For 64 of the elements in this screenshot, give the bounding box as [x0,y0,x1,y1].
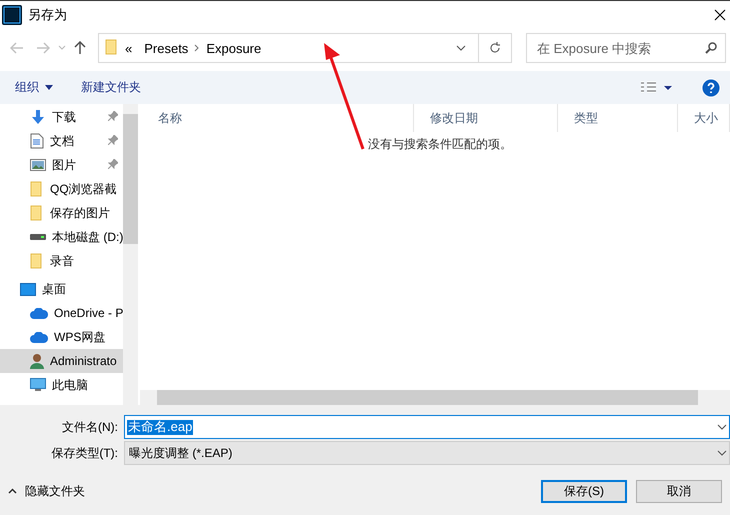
help-icon[interactable] [702,78,720,96]
sidebar-item[interactable]: 本地磁盘 (D:) [0,225,123,249]
window-title: 另存为 [28,6,68,24]
field-label: 保存类型(T): [50,444,119,462]
column-header[interactable]: 类型 [558,104,678,132]
file-name-field[interactable]: 未命名.eap [124,415,730,439]
cloud-icon [30,308,48,318]
search-field[interactable]: 在 Exposure 中搜索 [526,33,726,63]
empty-message: 没有与搜索条件匹配的项。 [368,137,512,151]
breadcrumb-item[interactable]: Exposure [200,40,268,56]
horizontal-scrollbar[interactable] [140,390,730,405]
folder-icon [30,205,44,221]
search-icon[interactable] [705,42,717,54]
hide-folders-toggle[interactable]: 隐藏文件夹 [8,482,532,500]
cancel-button[interactable]: 取消 [636,480,722,502]
breadcrumb-item[interactable]: Presets [138,40,194,56]
sidebar-item[interactable]: Administrato [0,349,123,373]
sidebar-item[interactable]: 保存的图片 [0,201,123,225]
column-header[interactable]: 修改日期 [414,104,558,132]
close-icon[interactable] [714,8,726,20]
document-icon [30,133,44,149]
column-header[interactable]: 大小 [678,104,730,132]
chevron-up-icon[interactable] [8,488,17,494]
chevron-down-icon[interactable] [456,45,466,51]
organize-menu[interactable]: 组织 [15,79,53,96]
vertical-scrollbar[interactable] [123,104,138,405]
app-icon [2,4,22,24]
desktop-icon [20,282,36,296]
sidebar-item[interactable]: 图片 [0,153,123,177]
chevron-right-icon[interactable] [194,44,200,52]
computer-icon [30,378,46,392]
chevron-down-icon[interactable] [717,450,727,456]
view-options-icon[interactable] [640,82,674,94]
sidebar-item[interactable]: 此电脑 [0,373,123,397]
download-icon [30,109,46,125]
pin-icon[interactable] [108,159,118,169]
sidebar-item[interactable]: WPS网盘 [0,325,123,349]
drive-icon [30,233,46,241]
column-header[interactable]: 名称 [142,104,414,132]
file-name-input[interactable]: 未命名.eap [127,420,193,434]
sidebar-item[interactable]: 录音 [0,249,123,273]
field-label: 文件名(N): [61,418,119,436]
cloud-icon [30,332,48,342]
address-bar[interactable]: « Presets Exposure [98,33,512,63]
sidebar-item[interactable]: 文档 [0,129,123,153]
folder-icon [30,253,44,269]
refresh-icon[interactable] [489,42,501,54]
user-icon [30,353,44,369]
chevron-down-icon[interactable] [717,424,727,430]
file-type-dropdown[interactable]: 曝光度调整 (*.EAP) [124,441,730,465]
pin-icon[interactable] [108,135,118,145]
pin-icon[interactable] [108,111,118,121]
folder-icon [30,181,44,197]
save-button[interactable]: 保存(S) [541,480,627,502]
new-folder-button[interactable]: 新建文件夹 [81,79,141,96]
folder-icon [105,38,119,54]
picture-icon [30,158,46,172]
up-icon[interactable] [74,41,86,55]
overflow-chevrons[interactable]: « [119,40,138,56]
caret-icon[interactable] [45,85,53,90]
sidebar-item[interactable]: 桌面 [0,277,123,301]
sidebar-item[interactable]: OneDrive - P [0,301,123,325]
sidebar-item[interactable]: 下载 [0,105,123,129]
sidebar-item[interactable]: QQ浏览器截 [0,177,123,201]
